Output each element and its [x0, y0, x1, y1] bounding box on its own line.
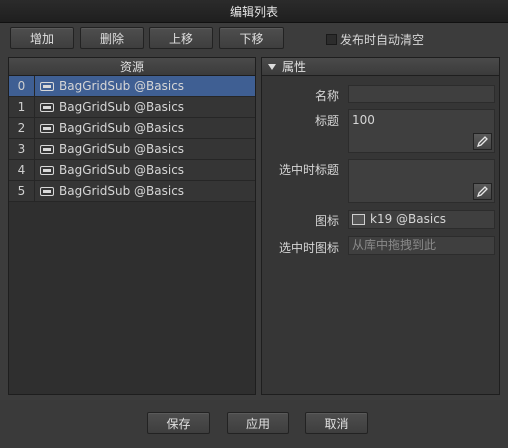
resource-list-panel: 资源 0 BagGridSub @Basics 1 BagGridSub @Ba… [8, 57, 256, 395]
component-icon [40, 123, 54, 133]
list-item-name: BagGridSub @Basics [59, 100, 185, 114]
icon-label: 图标 [314, 214, 339, 228]
selected-title-field[interactable] [348, 159, 495, 203]
image-icon [352, 214, 365, 225]
list-item-index: 4 [9, 160, 35, 180]
resource-column-title: 资源 [119, 60, 144, 74]
move-up-button[interactable]: 上移 [149, 27, 213, 49]
properties-title: 属性 [282, 60, 307, 74]
list-item-name: BagGridSub @Basics [59, 142, 185, 156]
properties-header[interactable]: 属性 [262, 58, 499, 76]
list-item[interactable]: 0 BagGridSub @Basics [9, 76, 255, 97]
list-item-name: BagGridSub @Basics [59, 79, 185, 93]
edit-selected-title-button[interactable] [473, 183, 492, 200]
selected-icon-field[interactable]: 从库中拖拽到此 [348, 236, 495, 255]
pencil-icon [477, 136, 488, 147]
list-item-name: BagGridSub @Basics [59, 163, 185, 177]
save-button[interactable]: 保存 [147, 412, 210, 434]
list-item[interactable]: 5 BagGridSub @Basics [9, 181, 255, 202]
selected-icon-label: 选中时图标 [278, 241, 339, 255]
component-icon [40, 102, 54, 112]
edit-title-button[interactable] [473, 133, 492, 150]
list-item[interactable]: 4 BagGridSub @Basics [9, 160, 255, 181]
name-label: 名称 [314, 89, 339, 103]
list-item-name: BagGridSub @Basics [59, 121, 185, 135]
collapse-triangle-icon[interactable] [268, 63, 276, 70]
list-item-index: 0 [9, 76, 35, 96]
window-title: 编辑列表 [229, 4, 278, 19]
apply-button[interactable]: 应用 [227, 412, 289, 434]
list-item-index: 2 [9, 118, 35, 138]
resource-list-header: 资源 [9, 58, 255, 76]
selected-title-label: 选中时标题 [278, 163, 339, 177]
clear-on-publish-option[interactable]: 发布时自动清空 [326, 31, 424, 48]
icon-field[interactable]: k19 @Basics [348, 210, 495, 229]
properties-panel: 属性 名称 标题 100 选中时标题 图标 k19 @Basics 选中时图标 … [261, 57, 500, 395]
selected-icon-placeholder: 从库中拖拽到此 [352, 238, 437, 252]
pencil-icon [477, 186, 488, 197]
delete-button[interactable]: 删除 [80, 27, 144, 49]
list-item-name: BagGridSub @Basics [59, 184, 185, 198]
list-item-index: 5 [9, 181, 35, 201]
component-icon [40, 81, 54, 91]
list-item-index: 3 [9, 139, 35, 159]
list-item-index: 1 [9, 97, 35, 117]
component-icon [40, 144, 54, 154]
name-field[interactable] [348, 85, 495, 103]
move-down-button[interactable]: 下移 [219, 27, 284, 49]
cancel-button[interactable]: 取消 [305, 412, 368, 434]
list-item[interactable]: 1 BagGridSub @Basics [9, 97, 255, 118]
window-title-bar: 编辑列表 [0, 0, 508, 23]
title-value: 100 [352, 113, 375, 127]
list-item[interactable]: 2 BagGridSub @Basics [9, 118, 255, 139]
clear-on-publish-label: 发布时自动清空 [340, 33, 425, 47]
title-field[interactable]: 100 [348, 109, 495, 153]
add-button[interactable]: 增加 [10, 27, 74, 49]
icon-value: k19 @Basics [370, 212, 447, 226]
clear-on-publish-checkbox[interactable] [326, 34, 337, 45]
title-label: 标题 [314, 114, 339, 128]
component-icon [40, 165, 54, 175]
list-item[interactable]: 3 BagGridSub @Basics [9, 139, 255, 160]
component-icon [40, 186, 54, 196]
